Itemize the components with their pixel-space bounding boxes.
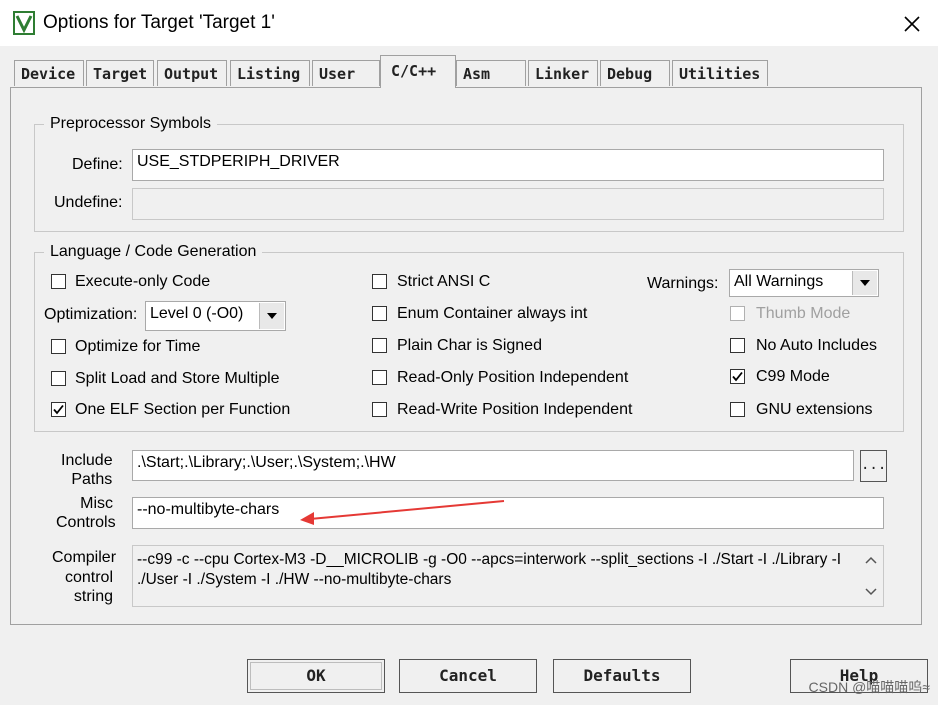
optimization-dropdown-button [259,303,284,329]
enum-container-checkbox[interactable] [372,306,387,321]
optimize-time-checkbox[interactable] [51,339,66,354]
cancel-button-label: Cancel [439,666,497,685]
tab-output[interactable]: Output [157,60,227,86]
warnings-label: Warnings: [647,275,719,292]
close-icon[interactable] [900,12,924,36]
thumb-mode-checkbox[interactable] [730,306,745,321]
include-label-line1: Include [61,452,113,469]
cancel-button[interactable]: Cancel [399,659,537,693]
rw-pi-checkbox[interactable] [372,402,387,417]
optimization-select[interactable]: Level 0 (-O0) [145,301,286,331]
compiler-label-line2: control [64,568,113,586]
ok-button-focus [250,662,382,690]
misc-label-line2: Controls [56,514,116,531]
tab-device[interactable]: Device [14,60,84,86]
c99-mode-checkbox[interactable] [730,369,745,384]
tab-strip: Device Target Output Listing User C/C++ … [0,55,938,88]
compiler-label-line3: string [73,588,113,605]
gnu-ext-label: GNU extensions [756,401,873,418]
optimize-time-label: Optimize for Time [75,338,201,355]
tab-user[interactable]: User [312,60,380,86]
tab-linker[interactable]: Linker [528,60,598,86]
warnings-select[interactable]: All Warnings [729,269,879,297]
execute-only-checkbox[interactable] [51,274,66,289]
check-icon [732,371,743,382]
enum-container-label: Enum Container always int [397,305,588,322]
ro-pi-label: Read-Only Position Independent [397,369,629,386]
compiler-control-label: Compiler control string [52,548,117,607]
execute-only-label: Execute-only Code [75,273,211,290]
chevron-down-icon [860,280,870,286]
watermark: CSDN @喵喵喵呜≈ [808,679,930,695]
misc-controls-input[interactable]: --no-multibyte-chars [132,497,884,529]
define-input[interactable]: USE_STDPERIPH_DRIVER [132,149,884,181]
compiler-line-2: ./User -I ./System -I ./HW --no-multibyt… [137,571,452,588]
no-auto-includes-label: No Auto Includes [756,337,877,354]
compiler-control-string: --c99 -c --cpu Cortex-M3 -D__MICROLIB -g… [132,545,884,607]
preprocessor-legend: Preprocessor Symbols [44,115,217,133]
plain-char-checkbox[interactable] [372,338,387,353]
include-paths-input[interactable]: .\Start;.\Library;.\User;.\System;.\HW [132,450,854,481]
tab-debug[interactable]: Debug [600,60,670,86]
window-title: Options for Target 'Target 1' [43,12,275,33]
tab-c-cpp[interactable]: C/C++ [380,55,456,88]
tab-asm[interactable]: Asm [456,60,526,86]
include-browse-button[interactable]: ... [860,450,887,482]
split-load-label: Split Load and Store Multiple [75,370,280,387]
defaults-button-label: Defaults [583,666,661,685]
check-icon [53,404,64,415]
annotation-arrow-icon [300,500,505,525]
compiler-label-line1: Compiler [52,549,117,566]
tab-target[interactable]: Target [86,60,154,86]
undefine-input[interactable] [132,188,884,220]
tab-listing[interactable]: Listing [230,60,310,86]
optimization-label: Optimization: [44,306,138,323]
c99-mode-label: C99 Mode [756,368,830,385]
undefine-label: Undefine: [54,194,123,211]
include-paths-label: Include Paths [61,451,113,489]
optimization-value: Level 0 (-O0) [150,305,244,322]
chevron-down-icon [267,313,277,319]
misc-controls-label: Misc Controls [56,494,116,532]
defaults-button[interactable]: Defaults [553,659,691,693]
scrollbar-arrows[interactable] [862,551,880,601]
strict-ansi-label: Strict ANSI C [397,273,491,290]
compiler-line-1: --c99 -c --cpu Cortex-M3 -D__MICROLIB -g… [137,551,842,568]
ro-pi-checkbox[interactable] [372,370,387,385]
scroll-down-icon[interactable] [865,588,877,596]
language-legend: Language / Code Generation [44,243,263,261]
gnu-ext-checkbox[interactable] [730,402,745,417]
plain-char-label: Plain Char is Signed [397,337,542,354]
thumb-mode-label: Thumb Mode [756,305,851,322]
rw-pi-label: Read-Write Position Independent [397,401,633,418]
warnings-dropdown-button [852,271,877,295]
ok-button[interactable]: OK [247,659,385,693]
keil-app-icon [13,11,35,35]
strict-ansi-checkbox[interactable] [372,274,387,289]
one-elf-label: One ELF Section per Function [75,401,291,418]
split-load-checkbox[interactable] [51,371,66,386]
tab-utilities[interactable]: Utilities [672,60,768,86]
misc-label-line1: Misc [80,495,113,512]
include-label-line2: Paths [71,471,113,488]
no-auto-includes-checkbox[interactable] [730,338,745,353]
one-elf-checkbox[interactable] [51,402,66,417]
warnings-value: All Warnings [734,273,824,290]
define-label: Define: [72,156,123,173]
scroll-up-icon[interactable] [865,556,877,564]
